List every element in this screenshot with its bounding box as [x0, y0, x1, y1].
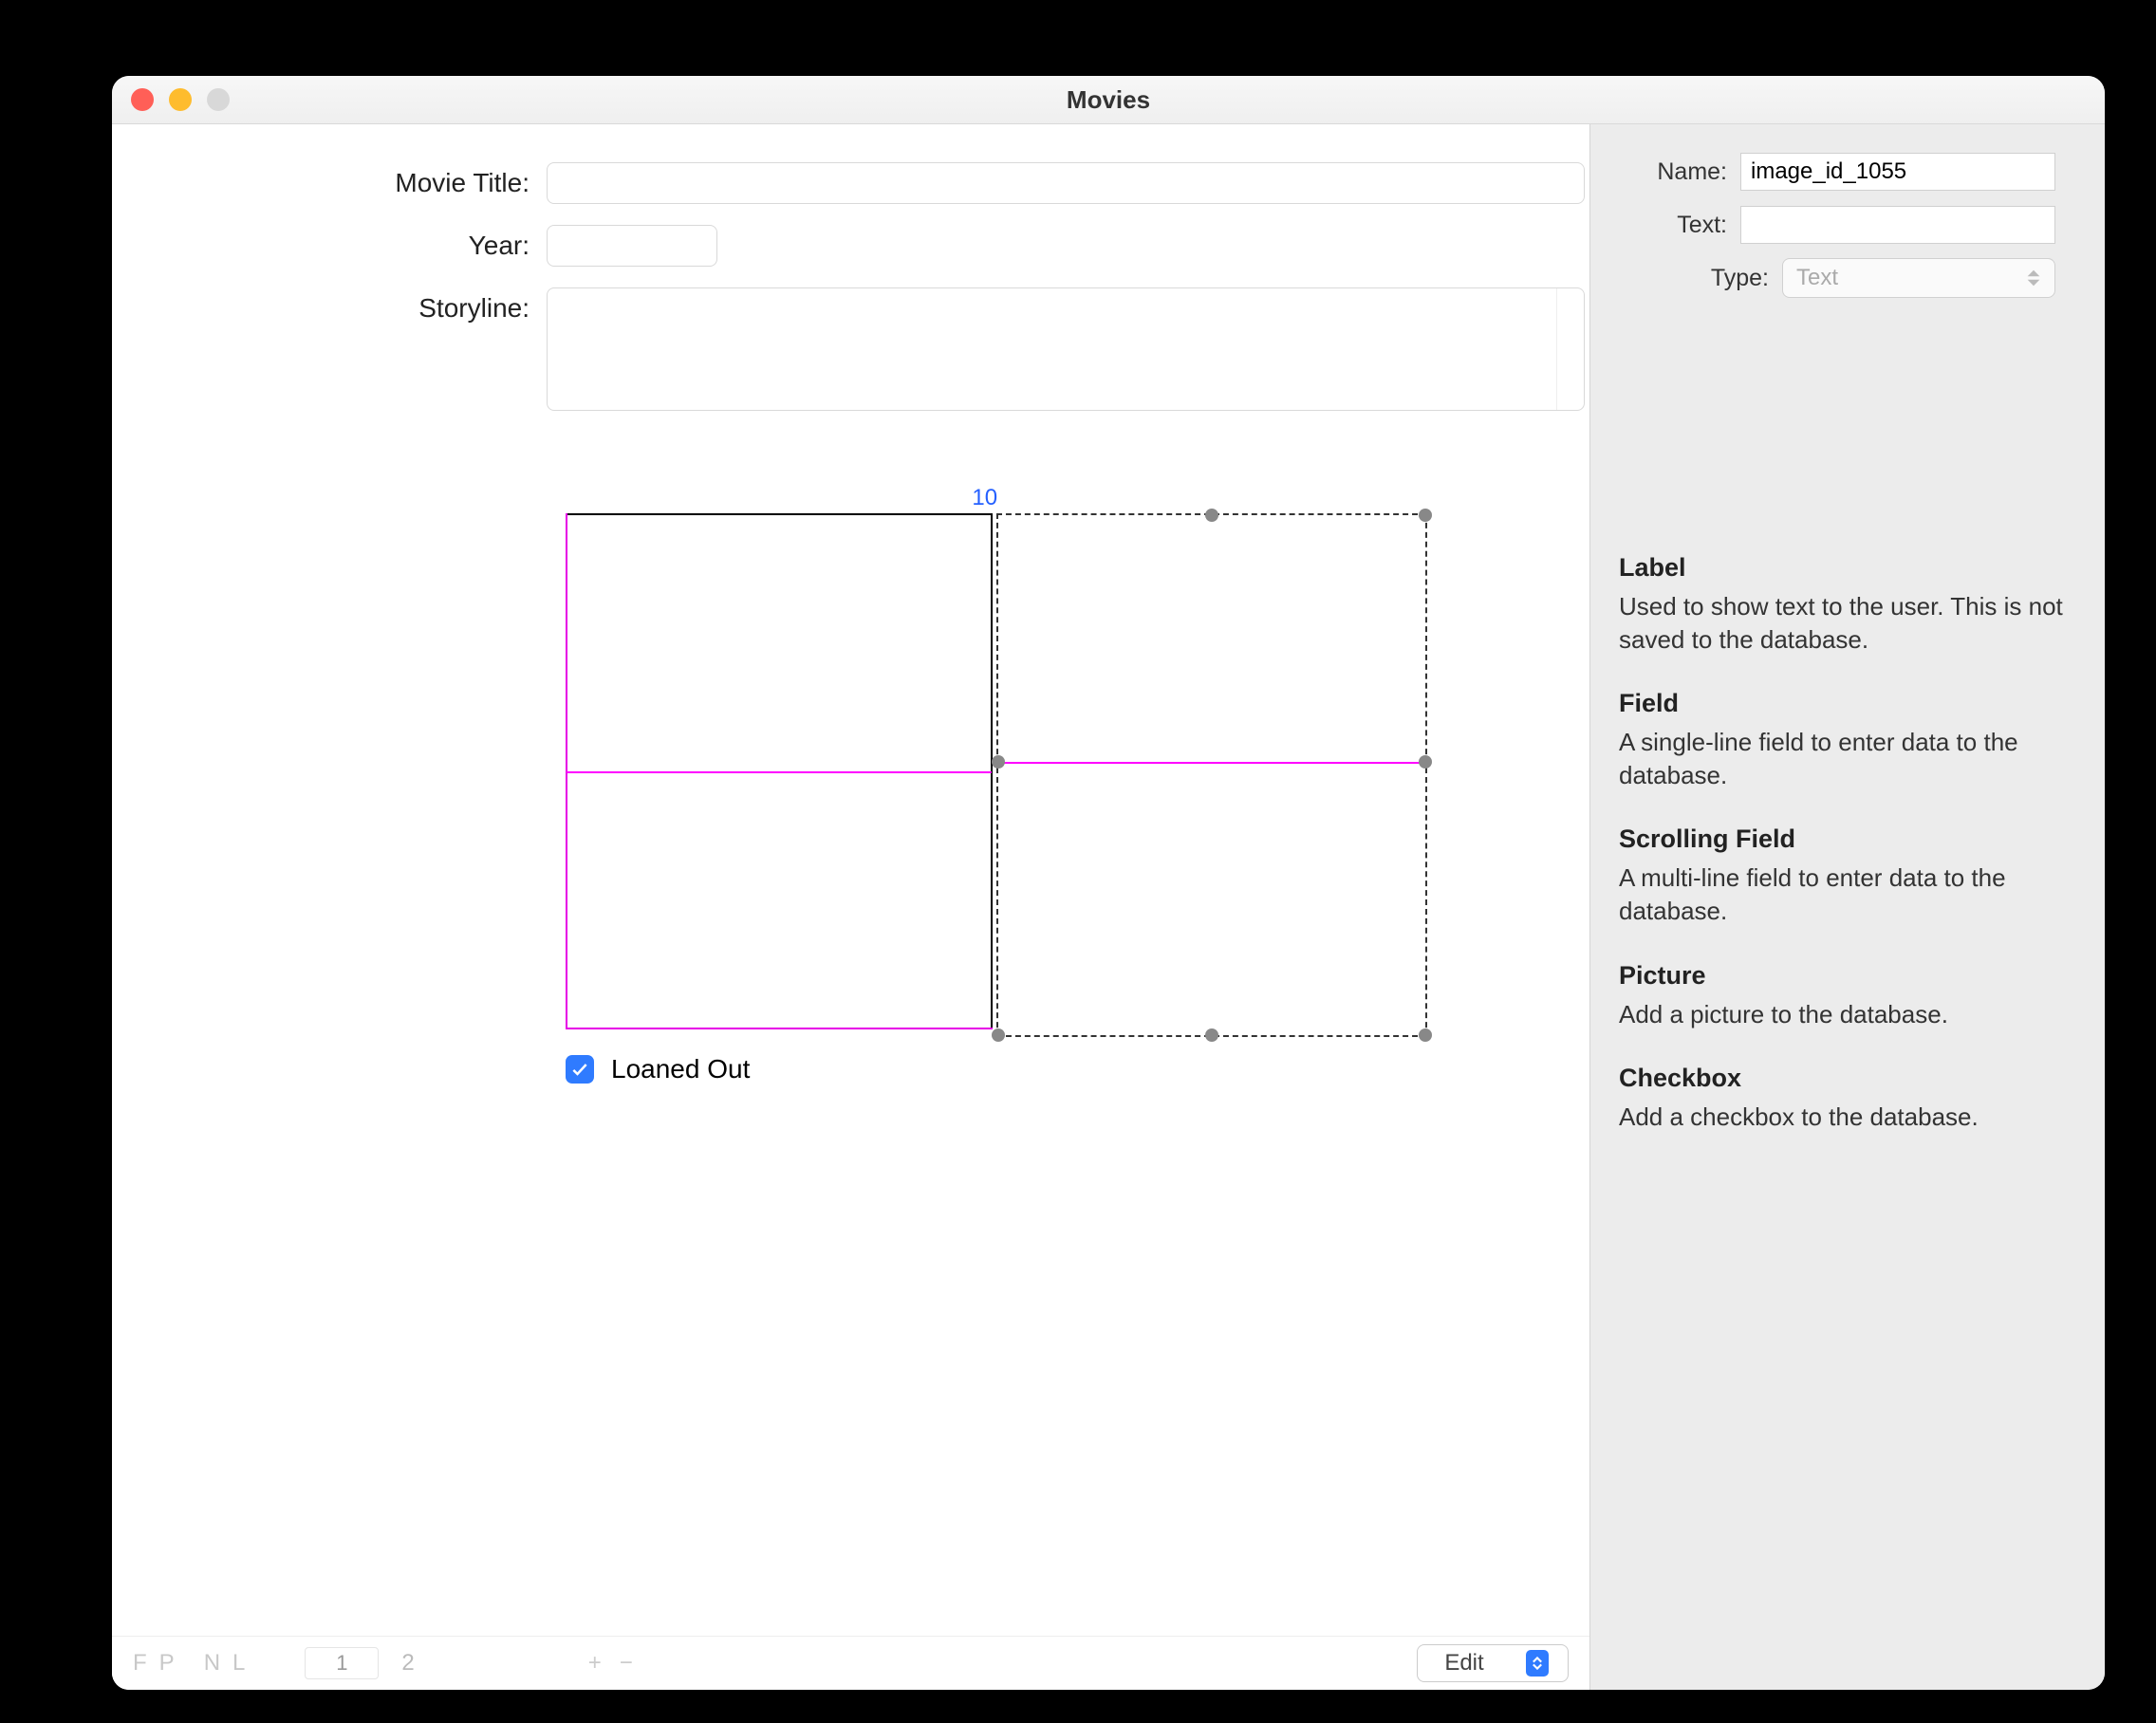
- help-field-section[interactable]: Field A single-line field to enter data …: [1619, 689, 2076, 792]
- design-area[interactable]: 10: [548, 494, 1459, 1103]
- help-scrolling-field-body: A multi-line field to enter data to the …: [1619, 862, 2076, 928]
- resize-handle-bottom-left[interactable]: [992, 1028, 1005, 1042]
- storyline-label: Storyline:: [112, 287, 547, 324]
- inspector-name-label: Name:: [1590, 158, 1727, 186]
- help-scrolling-field-section[interactable]: Scrolling Field A multi-line field to en…: [1619, 824, 2076, 928]
- add-record-button[interactable]: +: [588, 1650, 603, 1677]
- delete-record-button[interactable]: −: [620, 1650, 634, 1677]
- help-picture-section[interactable]: Picture Add a picture to the database.: [1619, 961, 2076, 1031]
- help-checkbox-title: Checkbox: [1619, 1064, 2076, 1093]
- layout-canvas[interactable]: Movie Title: Year: Storyline: 10: [112, 124, 1589, 1690]
- titlebar: Movies: [112, 76, 2105, 124]
- help-label-section[interactable]: Label Used to show text to the user. Thi…: [1619, 553, 2076, 657]
- movie-title-label: Movie Title:: [112, 162, 547, 198]
- record-total: 2: [401, 1650, 415, 1677]
- help-checkbox-section[interactable]: Checkbox Add a checkbox to the database.: [1619, 1064, 2076, 1134]
- spacing-indicator: 10: [972, 485, 997, 511]
- year-label: Year:: [112, 225, 547, 261]
- inspector-type-label: Type:: [1590, 265, 1769, 292]
- nav-last-button[interactable]: L: [232, 1650, 246, 1677]
- inspector-text-label: Text:: [1590, 212, 1727, 239]
- record-number-input[interactable]: [305, 1647, 379, 1679]
- nav-first-button[interactable]: F: [133, 1650, 148, 1677]
- window-title: Movies: [112, 85, 2105, 115]
- picture-box-selected[interactable]: [996, 513, 1427, 1037]
- resize-handle-mid-right[interactable]: [1419, 755, 1432, 769]
- resize-handle-top-right[interactable]: [1419, 509, 1432, 522]
- help-scrolling-field-title: Scrolling Field: [1619, 824, 2076, 854]
- zoom-icon[interactable]: [207, 88, 230, 111]
- resize-handle-mid-left[interactable]: [992, 755, 1005, 769]
- close-icon[interactable]: [131, 88, 154, 111]
- help-picture-title: Picture: [1619, 961, 2076, 991]
- inspector-type-value: Text: [1796, 265, 1838, 291]
- chevron-updown-icon: [1526, 1650, 1549, 1677]
- movie-title-field[interactable]: [547, 162, 1585, 204]
- resize-handle-bottom-right[interactable]: [1419, 1028, 1432, 1042]
- mode-dropdown[interactable]: Edit: [1417, 1644, 1569, 1682]
- resize-handle-bottom[interactable]: [1205, 1028, 1218, 1042]
- storyline-field[interactable]: [547, 287, 1585, 411]
- inspector-text-field[interactable]: [1740, 206, 2055, 244]
- inspector-help: Label Used to show text to the user. Thi…: [1590, 525, 2105, 1162]
- help-picture-body: Add a picture to the database.: [1619, 998, 2076, 1031]
- nav-prev-button[interactable]: P: [159, 1650, 176, 1677]
- help-checkbox-body: Add a checkbox to the database.: [1619, 1101, 2076, 1134]
- inspector-panel: Name: Text: Type: Text: [1589, 124, 2105, 1690]
- window: Movies Movie Title: Year: Storyline:: [112, 76, 2105, 1690]
- chevron-updown-icon: [2026, 267, 2043, 289]
- inspector-name-field[interactable]: [1740, 153, 2055, 191]
- traffic-lights: [112, 88, 230, 111]
- loaned-out-label: Loaned Out: [611, 1054, 750, 1084]
- resize-handle-top[interactable]: [1205, 509, 1218, 522]
- inspector-type-dropdown[interactable]: Text: [1782, 258, 2055, 298]
- nav-next-button[interactable]: N: [204, 1650, 221, 1677]
- help-field-title: Field: [1619, 689, 2076, 718]
- help-label-body: Used to show text to the user. This is n…: [1619, 590, 2076, 657]
- help-label-title: Label: [1619, 553, 2076, 583]
- picture-box-left[interactable]: [566, 513, 993, 1029]
- mode-dropdown-label: Edit: [1444, 1650, 1483, 1677]
- loaned-out-checkbox[interactable]: [566, 1055, 594, 1084]
- year-field[interactable]: [547, 225, 717, 267]
- minimize-icon[interactable]: [169, 88, 192, 111]
- record-nav-bar: F P N L 2 + − Edit: [112, 1636, 1589, 1690]
- help-field-body: A single-line field to enter data to the…: [1619, 726, 2076, 792]
